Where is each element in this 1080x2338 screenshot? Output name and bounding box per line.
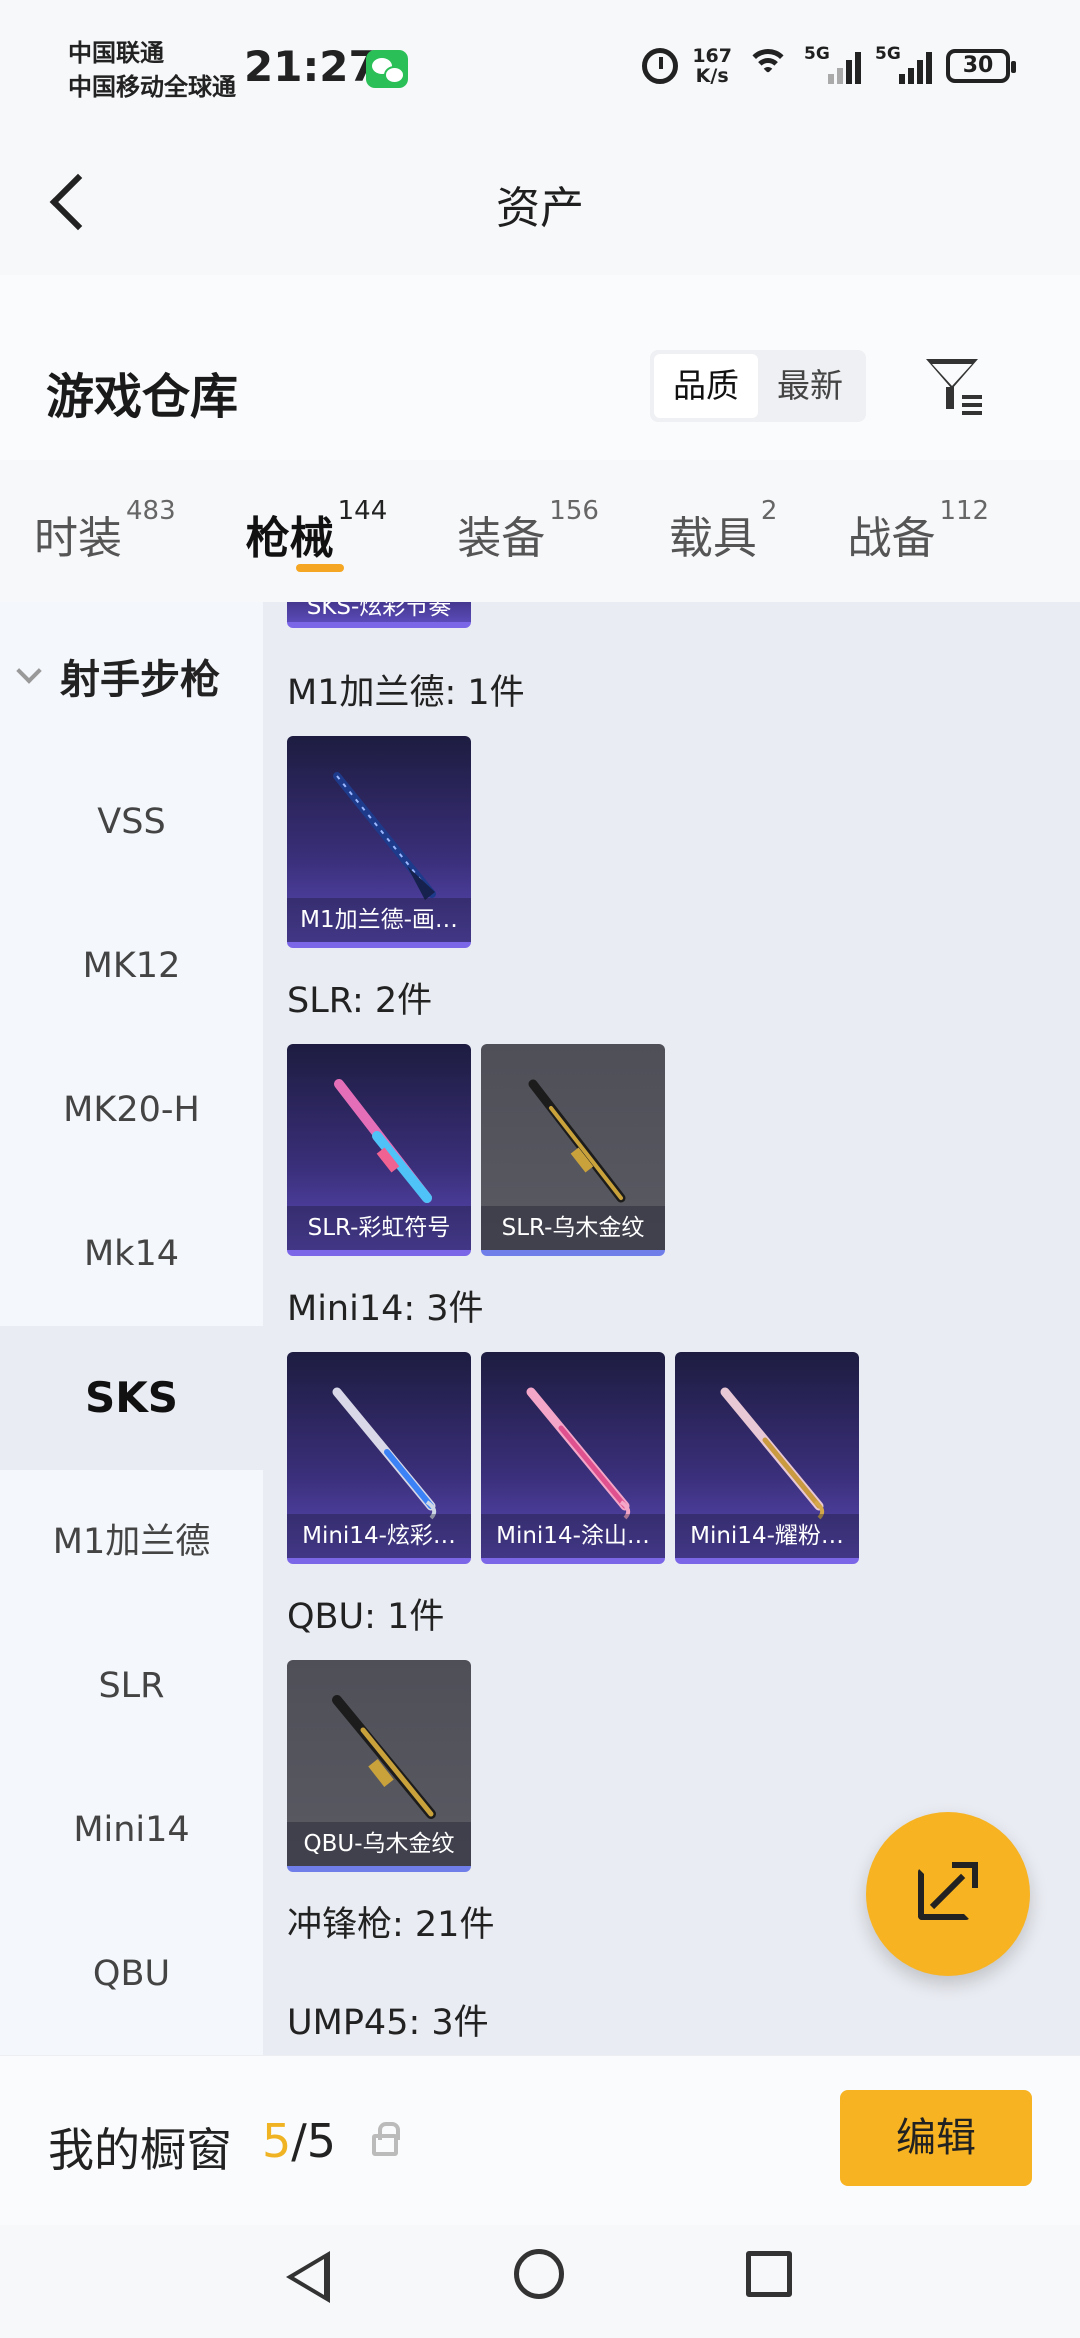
tab-label: 装备: [457, 513, 546, 564]
lock-icon: [372, 2122, 400, 2156]
tab-label: 载具: [668, 513, 757, 564]
item-name: M1加兰德-画…: [287, 898, 471, 942]
nav-recents-icon[interactable]: [746, 2251, 792, 2297]
carrier-1: 中国联通: [68, 39, 164, 67]
sidebar-category-marksman[interactable]: 射手步枪: [0, 602, 263, 750]
chevron-down-icon: [16, 658, 42, 684]
sidebar-category-label: 射手步枪: [60, 657, 220, 703]
showcase-title: 我的橱窗: [48, 2123, 232, 2177]
item-name: QBU-乌木金纹: [287, 1822, 471, 1866]
page-title: 资产: [496, 183, 584, 234]
tab-guns[interactable]: 枪械144: [245, 460, 388, 602]
tab-count: 2: [760, 496, 778, 526]
net-speed: 167 K/s: [692, 46, 732, 86]
category-tabs: 时装483 枪械144 装备156 载具2 战备112: [0, 460, 1080, 602]
item-card[interactable]: Mini14-炫彩…: [287, 1352, 471, 1564]
item-card[interactable]: SLR-彩虹符号: [287, 1044, 471, 1256]
sidebar-item-m1-garand[interactable]: M1加兰德: [0, 1470, 263, 1614]
edit-button[interactable]: 编辑: [840, 2090, 1032, 2186]
tab-count: 144: [337, 496, 388, 526]
rifle-icon: [720, 1387, 825, 1520]
signal-1-label: 5G: [804, 44, 830, 64]
alarm-icon: [642, 48, 679, 84]
wifi-icon: [746, 49, 790, 83]
share-button[interactable]: [866, 1812, 1030, 1976]
tab-count: 156: [549, 496, 599, 526]
tab-equipment[interactable]: 装备156: [457, 460, 599, 602]
tab-label: 时装: [34, 513, 122, 564]
warehouse-header: 游戏仓库 品质 最新: [0, 275, 1080, 460]
sidebar-item-mk12[interactable]: MK12: [0, 894, 263, 1038]
rifle-icon: [332, 1387, 437, 1520]
tab-count: 112: [939, 496, 990, 526]
item-name: Mini14-耀粉…: [675, 1514, 859, 1558]
rifle-icon: [334, 1079, 432, 1203]
sidebar-item-sks[interactable]: SKS: [0, 1326, 263, 1470]
showcase-total: /5: [291, 2114, 337, 2168]
item-name: SLR-乌木金纹: [481, 1206, 665, 1250]
tab-count: 483: [126, 496, 176, 526]
signal-2-icon: 5G: [875, 44, 932, 84]
sort-newest-button[interactable]: 最新: [758, 354, 862, 418]
showcase-current: 5: [262, 2114, 292, 2168]
sort-quality-button[interactable]: 品质: [654, 354, 758, 418]
signal-2-label: 5G: [875, 44, 901, 64]
sidebar-item-mini14[interactable]: Mini14: [0, 1758, 263, 1902]
rifle-icon: [528, 1079, 626, 1203]
tab-fashion[interactable]: 时装483: [34, 460, 176, 602]
system-icons: 167 K/s 5G 5G 30: [642, 44, 1016, 86]
tab-active-indicator: [295, 564, 344, 572]
sidebar-item-qbu[interactable]: QBU: [0, 1902, 263, 2046]
nav-home-icon[interactable]: [514, 2249, 564, 2299]
filter-icon[interactable]: [924, 357, 984, 417]
item-card[interactable]: QBU-乌木金纹: [287, 1660, 471, 1872]
item-card[interactable]: M1加兰德-画…: [287, 736, 471, 948]
wechat-notification-icon: [366, 50, 408, 88]
sidebar-item-vss[interactable]: VSS: [0, 750, 263, 894]
system-nav-bar: [0, 2225, 1080, 2338]
showcase-bar: 我的橱窗 5/5 编辑: [0, 2055, 1080, 2225]
tab-label: 枪械: [245, 513, 334, 564]
section-label-smg: 冲锋枪: 21件: [287, 1905, 495, 1945]
battery-icon: 30: [946, 49, 1016, 83]
nav-back-icon[interactable]: [286, 2251, 330, 2303]
clock: 21:27: [244, 42, 378, 91]
group-label-m1: M1加兰德: 1件: [287, 673, 525, 713]
item-card-sks[interactable]: SKS-炫彩节奏: [287, 602, 471, 628]
rifle-icon: [526, 1387, 631, 1520]
signal-1-icon: 5G: [804, 44, 861, 84]
item-name: Mini14-炫彩…: [287, 1514, 471, 1558]
weapon-sidebar: 射手步枪 VSS MK12 MK20-H Mk14 SKS M1加兰德 SLR …: [0, 602, 263, 2055]
sidebar-item-mk20h[interactable]: MK20-H: [0, 1038, 263, 1182]
sidebar-item-slr[interactable]: SLR: [0, 1614, 263, 1758]
carrier-info: 中国联通 中国移动全球通: [68, 36, 236, 104]
carrier-2: 中国移动全球通: [68, 73, 236, 101]
item-name: Mini14-涂山…: [481, 1514, 665, 1558]
group-label-mini14: Mini14: 3件: [287, 1289, 484, 1329]
tab-vehicles[interactable]: 载具2: [669, 460, 778, 602]
group-label-slr: SLR: 2件: [287, 981, 433, 1021]
sort-toggle: 品质 最新: [650, 350, 866, 422]
group-label-qbu: QBU: 1件: [287, 1597, 445, 1637]
tab-supplies[interactable]: 战备112: [847, 460, 989, 602]
tab-label: 战备: [847, 513, 936, 564]
rifle-icon: [332, 1695, 436, 1819]
rifle-icon: [333, 772, 436, 900]
sidebar-item-mk14[interactable]: Mk14: [0, 1182, 263, 1326]
item-card[interactable]: Mini14-涂山…: [481, 1352, 665, 1564]
item-card[interactable]: SLR-乌木金纹: [481, 1044, 665, 1256]
share-arrow-head: [952, 1862, 978, 1888]
item-card[interactable]: Mini14-耀粉…: [675, 1352, 859, 1564]
showcase-count: 5/5: [262, 2114, 336, 2168]
status-bar: 中国联通 中国移动全球通 21:27 167 K/s 5G 5G 30: [0, 0, 1080, 130]
top-bar: 资产: [0, 130, 1080, 275]
warehouse-title: 游戏仓库: [46, 369, 239, 425]
group-label-ump45: UMP45: 3件: [287, 2003, 489, 2043]
net-speed-unit: K/s: [695, 65, 729, 87]
item-name: SLR-彩虹符号: [287, 1206, 471, 1250]
net-speed-value: 167: [692, 45, 732, 67]
